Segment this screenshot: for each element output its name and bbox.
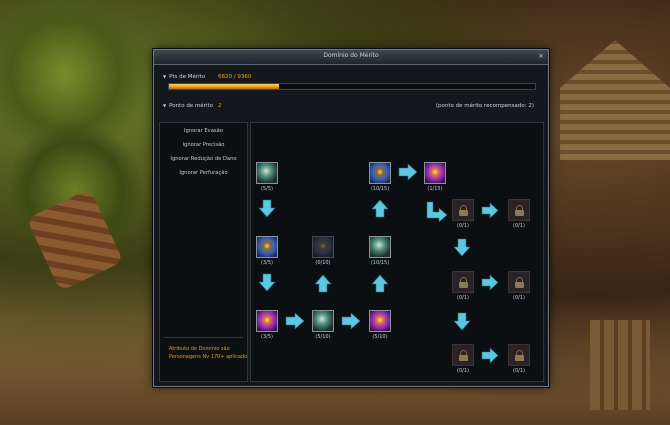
- merit-point-label: Ponto de mérito: [169, 103, 213, 109]
- skill-count: (10/15): [370, 260, 390, 266]
- blue-skill-icon[interactable]: [256, 236, 278, 258]
- arrow-right: [398, 163, 418, 181]
- arrow-down: [258, 199, 276, 218]
- arrow-right: [481, 202, 499, 219]
- merit-domain-window: Domínio do Mérito × ▼ Pts de Mérito 6820 …: [153, 49, 549, 387]
- merit-point-value: 2: [218, 103, 222, 109]
- lock-icon[interactable]: [508, 344, 530, 366]
- arrow-down: [453, 238, 471, 257]
- merit-points-value: 6820 / 9360: [218, 74, 252, 80]
- divider: [164, 337, 243, 338]
- teal-skill-icon[interactable]: [312, 310, 334, 332]
- option-ignore-precision[interactable]: Ignorar Precisão: [160, 142, 247, 148]
- purple-skill-icon[interactable]: [256, 310, 278, 332]
- skill-count: (0/1): [513, 295, 525, 301]
- arrow-up: [371, 274, 389, 293]
- arrow-down: [258, 273, 276, 292]
- arrow-right: [341, 312, 361, 330]
- skill-count: (0/10): [315, 260, 331, 266]
- skill-count: (0/1): [457, 223, 469, 229]
- attribute-list-panel: Ignorar Evasão Ignorar Precisão Ignorar …: [159, 122, 248, 382]
- skill-tree-arrows: [258, 163, 499, 364]
- purple-skill-icon[interactable]: [369, 310, 391, 332]
- merit-progress-bar: [168, 83, 536, 90]
- level-requirement-note: Atributo de Domínio são Personagens Nv 1…: [169, 346, 248, 360]
- arrow-up: [314, 274, 332, 293]
- merit-points-label: Pts de Mérito: [169, 74, 206, 80]
- rewarded-points-note: (ponto de mérito recompensado: 2): [435, 103, 534, 109]
- purple-skill-icon[interactable]: [424, 162, 446, 184]
- skill-count: (5/10): [315, 334, 331, 340]
- skill-count: (0/1): [513, 368, 525, 374]
- lock-icon[interactable]: [452, 199, 474, 221]
- window-title: Domínio do Mérito: [323, 52, 379, 59]
- teal-skill-icon[interactable]: [256, 162, 278, 184]
- skill-count: (1/15): [427, 186, 443, 192]
- arrow-up: [371, 199, 389, 218]
- background-hut: [560, 40, 670, 160]
- merit-points-row: ▼ Pts de Mérito: [163, 74, 205, 80]
- window-titlebar[interactable]: Domínio do Mérito ×: [154, 50, 548, 65]
- arrow-bent: [426, 201, 448, 223]
- lock-icon[interactable]: [508, 271, 530, 293]
- skill-count: (0/1): [457, 368, 469, 374]
- lock-icon[interactable]: [508, 199, 530, 221]
- blue-skill-icon[interactable]: [369, 162, 391, 184]
- close-icon[interactable]: ×: [538, 52, 544, 60]
- skill-count: (3/5): [261, 260, 273, 266]
- triangle-bullet-icon: ▼: [163, 103, 167, 108]
- skill-count: (5/10): [372, 334, 388, 340]
- option-ignore-perforation[interactable]: Ignorar Perfuração: [160, 170, 247, 176]
- skill-count: (0/1): [513, 223, 525, 229]
- skill-tree-grid: (5/5) (10/15) (1/15) (0/1) (0/1) (3/5) (…: [250, 122, 544, 382]
- option-ignore-evasion[interactable]: Ignorar Evasão: [160, 128, 247, 134]
- lock-icon[interactable]: [452, 271, 474, 293]
- merit-point-row: ▼ Ponto de mérito: [163, 103, 213, 109]
- arrow-right: [285, 312, 305, 330]
- skill-count: (10/15): [370, 186, 390, 192]
- background-crate: [590, 320, 650, 410]
- skill-count: (3/5): [261, 334, 273, 340]
- skill-count: (5/5): [261, 186, 273, 192]
- blue-skill-icon-inactive[interactable]: [312, 236, 334, 258]
- arrow-right: [481, 274, 499, 291]
- arrow-down: [453, 312, 471, 331]
- teal-skill-icon[interactable]: [369, 236, 391, 258]
- arrow-right: [481, 347, 499, 364]
- triangle-bullet-icon: ▼: [163, 74, 167, 79]
- skill-count: (0/1): [457, 295, 469, 301]
- option-ignore-damage-reduction[interactable]: Ignorar Redução de Dano: [160, 156, 247, 162]
- lock-icon[interactable]: [452, 344, 474, 366]
- merit-progress-fill: [169, 84, 279, 89]
